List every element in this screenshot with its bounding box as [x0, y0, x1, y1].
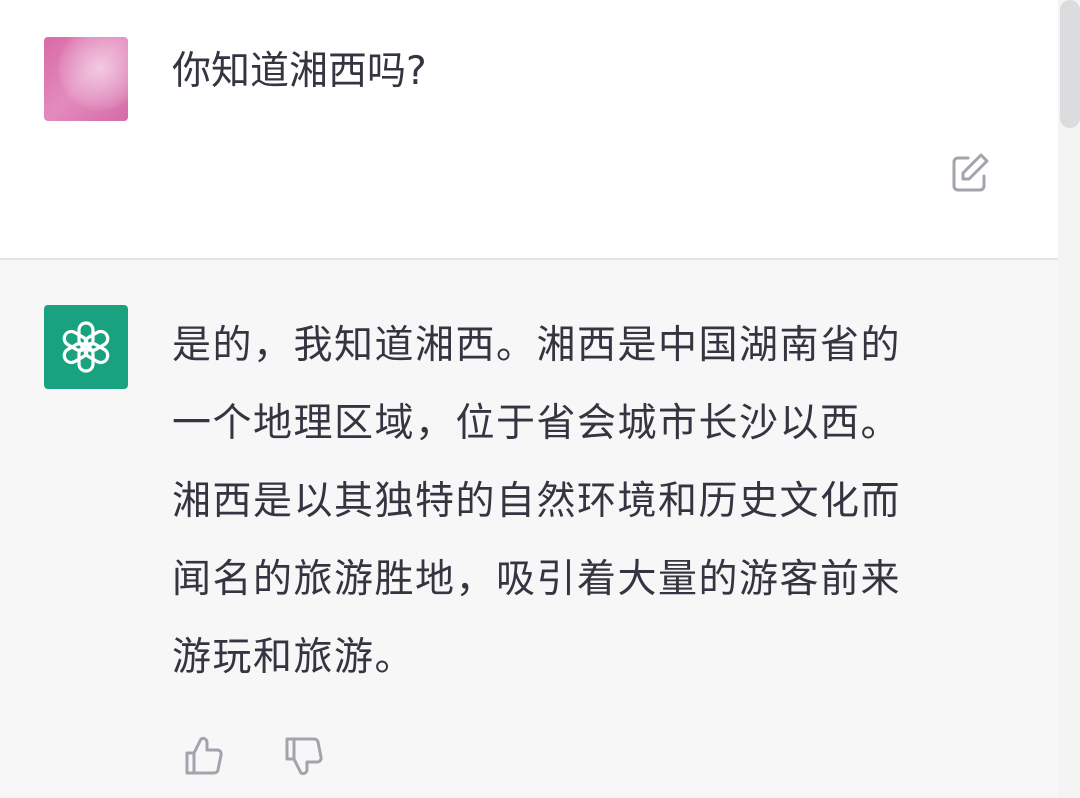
openai-logo-icon	[62, 321, 110, 373]
user-message-text: 你知道湘西吗?	[172, 49, 427, 94]
thumbs-down-icon[interactable]	[283, 735, 325, 777]
assistant-message-text: 是的，我知道湘西。湘西是中国湖南省的 一个地理区域，位于省会城市长沙以西。 湘西…	[172, 307, 992, 697]
scrollbar-thumb[interactable]	[1060, 0, 1080, 128]
assistant-message-line: 闻名的旅游胜地，吸引着大量的游客前来	[172, 557, 902, 602]
edit-icon[interactable]	[948, 150, 992, 194]
thumbs-up-icon[interactable]	[183, 735, 225, 777]
assistant-message-line: 一个地理区域，位于省会城市长沙以西。	[172, 401, 902, 446]
user-message-block	[0, 0, 1058, 258]
assistant-message-line: 湘西是以其独特的自然环境和历史文化而	[172, 479, 902, 524]
assistant-avatar	[44, 305, 128, 389]
user-avatar-highlight	[58, 37, 128, 111]
user-avatar	[44, 37, 128, 121]
assistant-message-line: 是的，我知道湘西。湘西是中国湖南省的	[172, 323, 902, 368]
assistant-message-line: 游玩和旅游。	[172, 635, 416, 680]
